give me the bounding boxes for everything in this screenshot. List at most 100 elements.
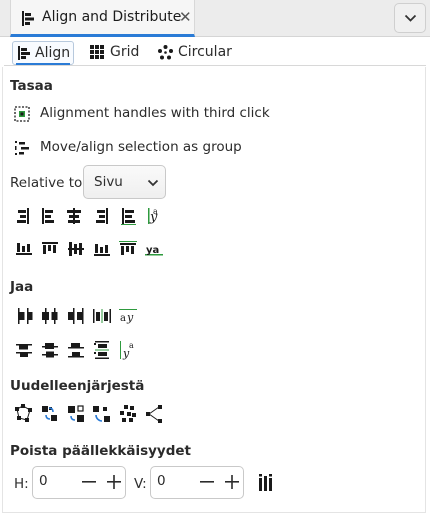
relative-to-label: Relative to:: [10, 175, 87, 191]
distribute-right-edges-button[interactable]: [65, 305, 87, 327]
tab-grid-label: Grid: [110, 44, 140, 60]
distribute-centers-vertically-button[interactable]: [39, 339, 61, 361]
exchange-order-icon: [42, 406, 57, 421]
plus-icon: [225, 475, 239, 489]
text-distribute-vertical-icon: ya: [120, 341, 134, 360]
vertical-gap-label: V:: [134, 476, 147, 492]
circular-icon: [158, 45, 173, 64]
horizontal-gap-increment[interactable]: [102, 467, 126, 498]
distribute-vertical-gaps-button[interactable]: [91, 339, 113, 361]
align-right-edge-icon: [17, 208, 29, 224]
minus-icon: [200, 481, 214, 483]
align-bottom-to-top-button[interactable]: [13, 238, 35, 260]
align-bottom-to-top-icon: [16, 243, 32, 255]
relative-to-select[interactable]: Sivu: [83, 165, 166, 199]
tab-align[interactable]: Align: [12, 41, 74, 65]
alignment-handles-toggle[interactable]: Alignment handles with third click: [14, 104, 270, 124]
align-left-icon: [18, 46, 31, 64]
svg-text:a: a: [129, 341, 134, 350]
align-bottom-edges-icon: [94, 244, 110, 256]
unclump-objects-button[interactable]: [143, 403, 165, 425]
distribute-bottom-edges-icon: [68, 343, 84, 358]
distribute-left-edges-button[interactable]: [13, 305, 35, 327]
plus-icon: [107, 475, 121, 489]
tab-grid[interactable]: Grid: [90, 41, 150, 65]
section-title-align: Tasaa: [10, 78, 53, 94]
relative-to-value: Sivu: [94, 174, 123, 190]
align-left-anchor-icon: [121, 208, 136, 225]
align-left-edges-button[interactable]: [37, 205, 59, 227]
distribute-bottom-edges-button[interactable]: [65, 339, 87, 361]
alignment-handles-label: Alignment handles with third click: [40, 105, 270, 121]
exchange-positions-selection-order-button[interactable]: [39, 403, 61, 425]
randomize-icon: [120, 405, 136, 422]
chevron-down-icon: [404, 14, 417, 22]
align-text-anchors-horizontal-button[interactable]: ya: [143, 205, 165, 227]
align-group-icon: [14, 140, 30, 160]
exchange-clockwise-icon: [93, 406, 110, 422]
distribute-text-anchors-horizontal-button[interactable]: ay: [117, 305, 139, 327]
horizontal-gap-input[interactable]: [39, 473, 75, 489]
align-top-to-bottom-icon: [119, 241, 137, 255]
center-vertical-axis-icon: [67, 208, 81, 224]
align-top-edges-button[interactable]: [39, 238, 61, 260]
tab-circular[interactable]: Circular: [158, 41, 238, 65]
align-top-to-bottom-button[interactable]: [117, 238, 139, 260]
remove-overlaps-icon: [259, 474, 272, 491]
center-horizontal-axis-button[interactable]: [65, 238, 87, 260]
distribute-top-edges-button[interactable]: [13, 339, 35, 361]
section-title-remove-overlaps: Poista päällekkäisyydet: [10, 443, 191, 459]
section-title-rearrange: Uudelleenjärjestä: [10, 378, 145, 394]
align-as-group-label: Move/align selection as group: [40, 139, 242, 155]
svg-text:y: y: [126, 311, 134, 324]
svg-text:a: a: [153, 207, 158, 216]
align-bottom-edges-button[interactable]: [91, 238, 113, 260]
distribute-top-edges-icon: [16, 344, 32, 357]
exchange-stacking-icon: [68, 405, 84, 422]
vertical-gap-decrement[interactable]: [195, 467, 220, 498]
subtab-bar: Align Grid Circular: [4, 39, 426, 66]
distribute-horizontal-gaps-button[interactable]: [91, 305, 113, 327]
align-right-edges-icon: [96, 208, 108, 224]
distribute-text-anchors-vertical-button[interactable]: ya: [117, 339, 139, 361]
exchange-positions-stacking-order-button[interactable]: [65, 403, 87, 425]
dock-tab-title: Align and Distribute: [42, 9, 182, 25]
align-left-to-right-edge-button[interactable]: [117, 205, 139, 227]
distribute-centers-horizontal-icon: [42, 308, 58, 324]
tab-circular-label: Circular: [178, 44, 232, 60]
align-right-edges-button[interactable]: [91, 205, 113, 227]
chevron-down-icon: [147, 179, 159, 187]
section-title-distribute: Jaa: [10, 279, 34, 295]
svg-text:a: a: [120, 313, 126, 324]
align-as-group-toggle[interactable]: Move/align selection as group: [14, 138, 244, 158]
distribute-horizontal-gaps-icon: [93, 309, 111, 323]
text-anchor-horizontal-icon: ya: [148, 207, 158, 225]
horizontal-gap-spinner: [32, 466, 126, 499]
exchange-positions-clockwise-button[interactable]: [91, 403, 113, 425]
align-baselines-button[interactable]: ya: [143, 238, 165, 260]
horizontal-gap-decrement[interactable]: [77, 467, 102, 498]
unclump-icon: [146, 405, 162, 423]
center-horizontal-axis-icon: [68, 242, 84, 256]
remove-overlaps-button[interactable]: [255, 472, 277, 494]
center-vertical-axis-button[interactable]: [63, 205, 85, 227]
text-distribute-horizontal-icon: ay: [119, 309, 137, 324]
graph-layout-icon: [15, 404, 32, 422]
svg-text:ya: ya: [146, 245, 159, 256]
graph-layout-button[interactable]: [13, 403, 35, 425]
randomize-positions-button[interactable]: [117, 403, 139, 425]
align-right-to-left-edge-button[interactable]: [13, 205, 35, 227]
text-baseline-icon: ya: [145, 245, 163, 256]
align-distribute-icon: [21, 11, 35, 30]
vertical-gap-input[interactable]: [157, 473, 193, 489]
horizontal-gap-label: H:: [14, 476, 29, 492]
distribute-centers-horizontally-button[interactable]: [39, 305, 61, 327]
grid-icon: [90, 45, 104, 63]
close-icon[interactable]: ✕: [179, 9, 192, 25]
distribute-centers-vertical-icon: [42, 343, 58, 358]
minus-icon: [82, 481, 96, 483]
dock-menu-button[interactable]: [394, 3, 426, 33]
dock-header: Align and Distribute ✕: [0, 0, 430, 37]
dock-tab-align-distribute[interactable]: Align and Distribute ✕: [10, 0, 195, 37]
vertical-gap-increment[interactable]: [220, 467, 244, 498]
